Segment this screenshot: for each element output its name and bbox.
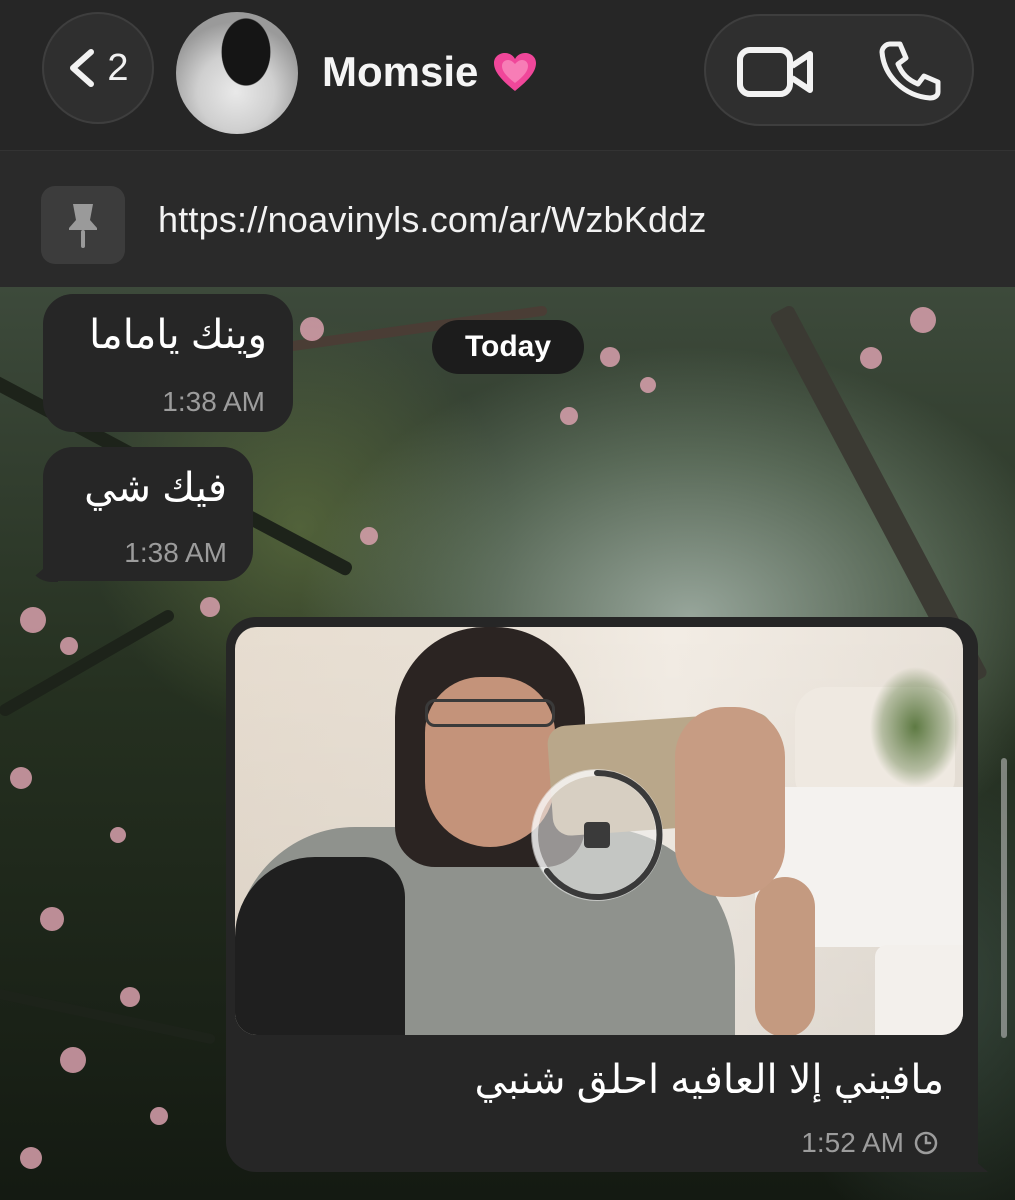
contact-name: Momsie (322, 48, 479, 95)
contact-avatar[interactable] (176, 12, 298, 134)
growing-heart-emoji (494, 53, 537, 91)
chat-header: 2 Momsie (0, 0, 1015, 150)
message-text: فيك شي (84, 466, 227, 510)
contact-title[interactable]: Momsie (322, 48, 538, 96)
back-button[interactable]: 2 (42, 12, 154, 124)
chevron-left-icon (70, 49, 95, 87)
pinned-link[interactable]: https://noavinyls.com/ar/WzbKddz (158, 199, 707, 241)
call-actions (704, 14, 974, 126)
pin-icon-box (41, 186, 125, 264)
pin-icon (69, 204, 97, 248)
stop-icon (584, 822, 610, 848)
message-time: 1:38 AM (124, 537, 227, 568)
scrollbar[interactable] (1001, 758, 1007, 1038)
unread-count: 2 (107, 46, 129, 89)
message-time: 1:52 AM (801, 1127, 904, 1158)
message-text: وينك ياماما (89, 313, 267, 357)
phone-icon[interactable] (876, 40, 942, 102)
outgoing-video-message[interactable]: مافيني إلا العافيه احلق شنبي 1:52 AM (226, 617, 978, 1172)
pinned-message-bar[interactable]: https://noavinyls.com/ar/WzbKddz (0, 150, 1015, 287)
video-thumbnail[interactable] (235, 627, 963, 1035)
clock-icon (914, 1131, 938, 1155)
date-separator: Today (432, 320, 584, 374)
incoming-message[interactable]: وينك ياماما 1:38 AM (43, 294, 293, 432)
incoming-message[interactable]: فيك شي 1:38 AM (43, 447, 253, 581)
video-call-icon[interactable] (736, 44, 816, 100)
message-time: 1:38 AM (162, 386, 265, 417)
message-caption: مافيني إلا العافيه احلق شنبي (474, 1058, 944, 1102)
message-time-row: 1:52 AM (801, 1127, 938, 1159)
stop-upload-button[interactable] (527, 765, 667, 905)
